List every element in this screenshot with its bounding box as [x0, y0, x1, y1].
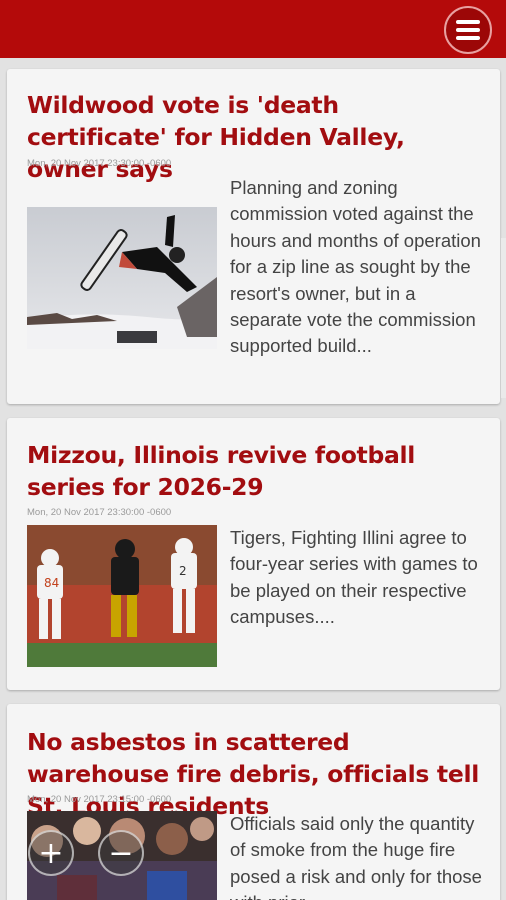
zoom-out-icon: −: [108, 835, 134, 871]
article-title[interactable]: Mizzou, Illinois revive football series …: [27, 439, 482, 503]
zoom-in-icon: +: [38, 835, 64, 871]
svg-text:84: 84: [44, 576, 59, 590]
snowboarder-jump-photo[interactable]: [27, 207, 217, 349]
article-title[interactable]: No asbestos in scattered warehouse fire …: [27, 726, 482, 822]
article-card[interactable]: Mizzou, Illinois revive football series …: [7, 418, 500, 690]
menu-icon: [456, 20, 480, 40]
article-date: Mon, 20 Nov 2017 23:15:00 -0600: [27, 794, 172, 805]
article-date: Mon, 20 Nov 2017 23:30:00 -0600: [27, 507, 172, 518]
article-date: Mon, 20 Nov 2017 23:30:00 -0600: [27, 158, 172, 169]
zoom-out-button[interactable]: −: [98, 830, 144, 876]
article-summary: Planning and zoning commission voted aga…: [230, 177, 481, 357]
article-summary: Tigers, Fighting Illini agree to four-ye…: [230, 527, 478, 628]
football-players-photo[interactable]: 84 2: [27, 525, 217, 667]
article-card[interactable]: Wildwood vote is 'death certificate' for…: [7, 69, 500, 404]
svg-text:2: 2: [179, 564, 187, 578]
article-card[interactable]: No asbestos in scattered warehouse fire …: [7, 704, 500, 900]
scrollbar[interactable]: [500, 238, 506, 398]
article-title[interactable]: Wildwood vote is 'death certificate' for…: [27, 89, 482, 185]
menu-button[interactable]: [444, 6, 492, 54]
article-summary: Officials said only the quantity of smok…: [230, 813, 482, 900]
zoom-in-button[interactable]: +: [28, 830, 74, 876]
app-header: [0, 0, 506, 58]
